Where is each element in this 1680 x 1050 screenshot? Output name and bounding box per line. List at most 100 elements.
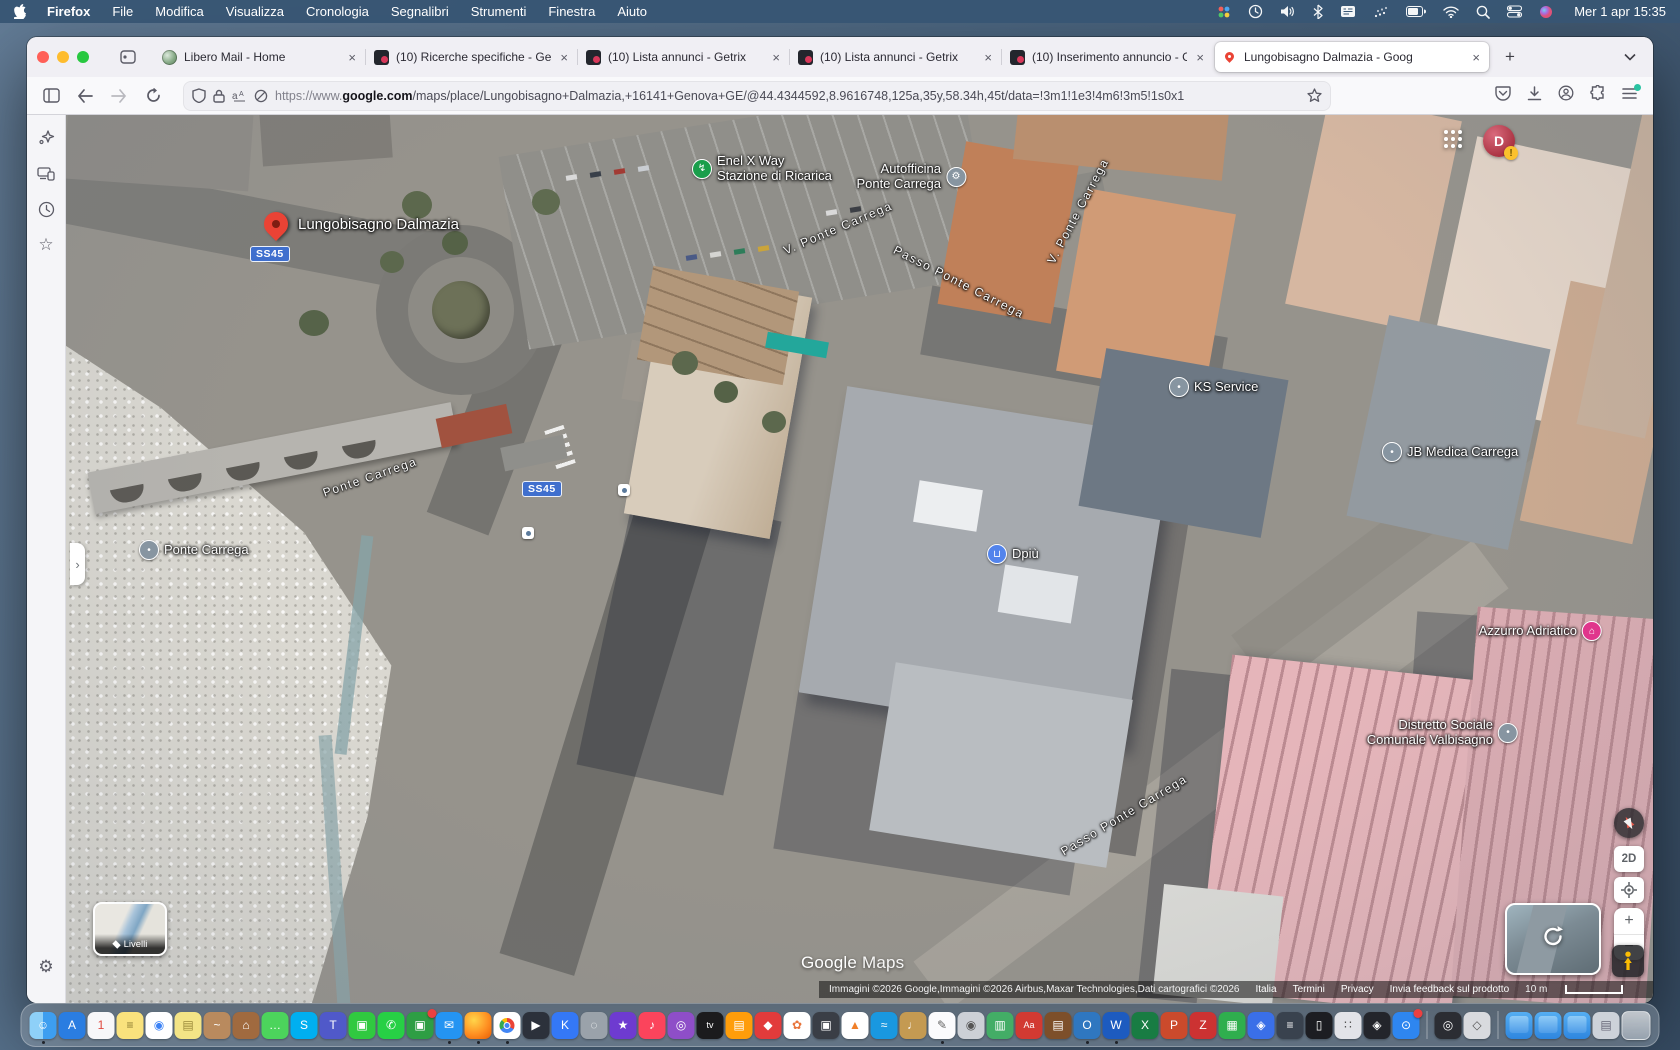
- enel-x-way[interactable]: ↯Enel X WayStazione di Ricarica: [692, 154, 832, 184]
- dpiu-store[interactable]: ⊔Dpiù: [987, 544, 1039, 564]
- tab-6[interactable]: Lungobisagno Dalmazia - Goog×: [1215, 42, 1489, 72]
- control-center-icon[interactable]: [1507, 5, 1522, 18]
- lungobisagno-dalmazia-pin[interactable]: Lungobisagno Dalmazia: [264, 212, 459, 236]
- attribution-link[interactable]: Privacy: [1341, 984, 1374, 995]
- ai-chat-icon[interactable]: [32, 123, 60, 151]
- dock-item-iphone-mirroring[interactable]: ▯: [1306, 1012, 1333, 1039]
- menu-clock[interactable]: Mer 1 apr 15:35: [1574, 4, 1666, 19]
- ponte-carrega-poi[interactable]: •Ponte Carrega: [139, 540, 249, 560]
- menu-modifica[interactable]: Modifica: [155, 4, 203, 19]
- dock-item-pocket-app[interactable]: ◆: [755, 1012, 782, 1039]
- dock-item-whatsapp[interactable]: ✆: [378, 1012, 405, 1039]
- minimize-button[interactable]: [57, 51, 69, 63]
- battery-icon[interactable]: [1406, 6, 1426, 17]
- dock-item-dvd-player[interactable]: ◉: [958, 1012, 985, 1039]
- extensions-icon[interactable]: [1590, 85, 1606, 106]
- url-text[interactable]: https://www.google.com/maps/place/Lungob…: [275, 89, 1307, 103]
- tab-close-icon[interactable]: ×: [558, 50, 570, 65]
- dock-item-teams[interactable]: T: [320, 1012, 347, 1039]
- grid-app-icon[interactable]: [1217, 5, 1231, 19]
- zoom-in-button[interactable]: +: [1614, 908, 1644, 935]
- new-tab-button[interactable]: +: [1497, 44, 1523, 70]
- layers-control[interactable]: Livelli: [93, 902, 167, 956]
- menu-strumenti[interactable]: Strumenti: [471, 4, 527, 19]
- tab-close-icon[interactable]: ×: [1470, 50, 1482, 65]
- jb-medica-carrega[interactable]: •JB Medica Carrega: [1382, 442, 1518, 462]
- dock-item-apple-tv[interactable]: tv: [697, 1012, 724, 1039]
- tab-close-icon[interactable]: ×: [1194, 50, 1206, 65]
- reload-icon[interactable]: [139, 82, 167, 110]
- dock-item-zotero[interactable]: Z: [1190, 1012, 1217, 1039]
- dock-item-music[interactable]: ♪: [639, 1012, 666, 1039]
- dock-item-numbers-app[interactable]: ▦: [1219, 1012, 1246, 1039]
- dock-item-books[interactable]: ▤: [726, 1012, 753, 1039]
- dock-item-stickies[interactable]: ▤: [175, 1012, 202, 1039]
- transit-stop-icon[interactable]: [618, 484, 630, 496]
- my-location-icon[interactable]: [1614, 877, 1644, 903]
- transit-stop-icon[interactable]: [522, 527, 534, 539]
- menu-cronologia[interactable]: Cronologia: [306, 4, 369, 19]
- dock-item-preview-app[interactable]: ◌: [581, 1012, 608, 1039]
- display-icon[interactable]: [1373, 6, 1389, 18]
- dock-item-photo-booth[interactable]: ▣: [813, 1012, 840, 1039]
- dock-item-word[interactable]: W: [1103, 1012, 1130, 1039]
- dock-item-unarchiver[interactable]: ▥: [987, 1012, 1014, 1039]
- dock-item-app-store[interactable]: A: [59, 1012, 86, 1039]
- account-icon[interactable]: [1558, 85, 1574, 106]
- menu-aiuto[interactable]: Aiuto: [617, 4, 647, 19]
- menu-firefox[interactable]: Firefox: [47, 4, 90, 19]
- dock-item-facetime[interactable]: ▣: [349, 1012, 376, 1039]
- dock-item-calendar[interactable]: 1: [88, 1012, 115, 1039]
- dock-item-video-player[interactable]: ▶: [523, 1012, 550, 1039]
- dock-item-openoffice[interactable]: O: [1074, 1012, 1101, 1039]
- dock-item-finder[interactable]: ☺: [30, 1012, 57, 1039]
- translate-icon[interactable]: aA: [232, 89, 247, 102]
- dock-item-activity-monitor[interactable]: ~: [204, 1012, 231, 1039]
- dock-item-imovie[interactable]: ★: [610, 1012, 637, 1039]
- 2d-view-button[interactable]: 2D: [1614, 846, 1644, 872]
- dock-item-scanner-app[interactable]: ≡: [1277, 1012, 1304, 1039]
- dock-item-trash[interactable]: [1622, 1011, 1651, 1040]
- ks-service[interactable]: •KS Service: [1169, 377, 1258, 397]
- dock-item-photos[interactable]: ✿: [784, 1012, 811, 1039]
- dock-item-folder-projects[interactable]: [1506, 1012, 1533, 1039]
- dock-item-garageband[interactable]: ♩: [900, 1012, 927, 1039]
- pocket-icon[interactable]: [1495, 86, 1511, 106]
- zoom-button[interactable]: [77, 51, 89, 63]
- google-maps-canvas[interactable]: ↯Enel X WayStazione di Ricarica ⚙Autoffic…: [66, 115, 1653, 1003]
- input-source-icon[interactable]: [1340, 5, 1356, 18]
- bluetooth-icon[interactable]: [1313, 4, 1323, 19]
- tab-4[interactable]: (10) Lista annunci - Getrix×: [791, 42, 1001, 72]
- menu-file[interactable]: File: [112, 4, 133, 19]
- attribution-link[interactable]: Italia: [1255, 984, 1276, 995]
- menu-segnalibri[interactable]: Segnalibri: [391, 4, 449, 19]
- volume-icon[interactable]: [1280, 5, 1296, 18]
- siri-icon[interactable]: [1539, 5, 1553, 19]
- dock-item-library-app[interactable]: ▤: [1045, 1012, 1072, 1039]
- dock-item-automator[interactable]: ◇: [1464, 1012, 1491, 1039]
- attribution-link[interactable]: Invia feedback sul prodotto: [1390, 984, 1510, 995]
- dock-item-utility-app[interactable]: ◎: [1435, 1012, 1462, 1039]
- permission-icon[interactable]: [254, 89, 268, 103]
- download-icon[interactable]: [1527, 86, 1542, 106]
- dock-item-camera-app[interactable]: ▣: [407, 1012, 434, 1039]
- dock-item-folder-downloads[interactable]: [1564, 1012, 1591, 1039]
- pegman-icon[interactable]: [1612, 945, 1644, 977]
- tab-2[interactable]: (10) Ricerche specifiche - Getrix×: [367, 42, 577, 72]
- dock-item-launchpad[interactable]: ∷: [1335, 1012, 1362, 1039]
- dock-item-folder-documents[interactable]: [1535, 1012, 1562, 1039]
- firefox-view-icon[interactable]: [115, 44, 141, 70]
- dock-item-stack-documents[interactable]: ▤: [1593, 1012, 1620, 1039]
- menu-finestra[interactable]: Finestra: [548, 4, 595, 19]
- map-pin-icon[interactable]: [259, 207, 293, 241]
- settings-gear-icon[interactable]: ⚙: [32, 953, 60, 981]
- google-apps-grid-icon[interactable]: [1443, 129, 1463, 154]
- dock-item-notes[interactable]: ≡: [117, 1012, 144, 1039]
- dock-item-keynote[interactable]: K: [552, 1012, 579, 1039]
- bookmark-star-icon[interactable]: [1307, 88, 1322, 103]
- dock-item-onedrive[interactable]: ≈: [871, 1012, 898, 1039]
- tab-close-icon[interactable]: ×: [346, 50, 358, 65]
- tab-5[interactable]: (10) Inserimento annuncio - Ge×: [1003, 42, 1213, 72]
- autofficina-ponte-carrega[interactable]: ⚙AutofficinaPonte Carrega: [856, 162, 966, 192]
- lock-icon[interactable]: [213, 89, 225, 103]
